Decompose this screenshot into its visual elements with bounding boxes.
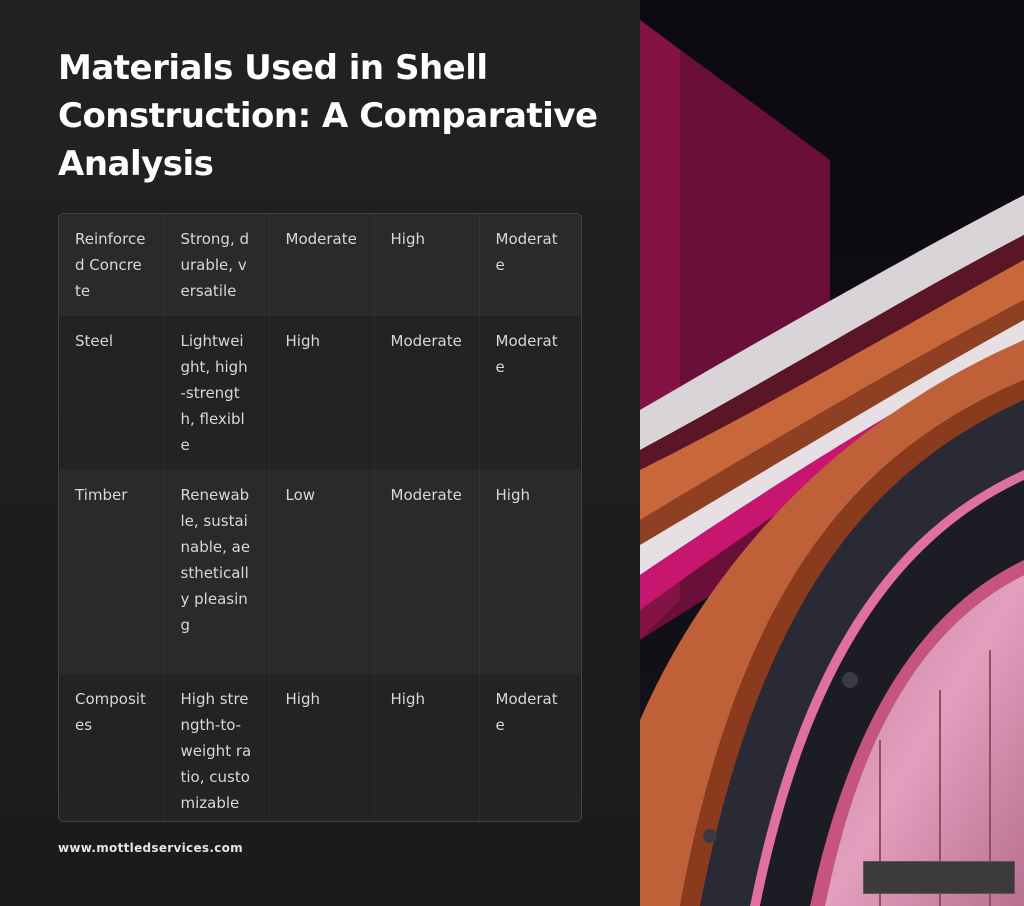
table-row: Steel Lightweight, high-strength, flexib…: [59, 316, 581, 470]
architecture-illustration: [640, 0, 1024, 906]
table-cell-properties: Renewable, sustainable, aesthetically pl…: [164, 470, 270, 674]
table-cell-value: Moderate: [269, 214, 375, 316]
table-cell-value: High: [269, 316, 375, 470]
table-cell-value: Moderate: [374, 470, 480, 674]
table-cell-material: Reinforced Concrete: [59, 214, 165, 316]
table-cell-properties: Lightweight, high-strength, flexible: [164, 316, 270, 470]
table-cell-properties: Strong, durable, versatile: [164, 214, 270, 316]
table-row: Composites High strength-to-weight ratio…: [59, 674, 581, 821]
table-cell-value: High: [479, 470, 581, 674]
table-row: Timber Renewable, sustainable, aesthetic…: [59, 470, 581, 674]
table-cell-value: High: [374, 214, 480, 316]
table-cell-value: Low: [269, 470, 375, 674]
table-cell-value: High: [269, 674, 375, 821]
table-cell-value: Moderate: [479, 316, 581, 470]
table-cell-material: Composites: [59, 674, 165, 821]
page-title: Materials Used in Shell Construction: A …: [58, 48, 598, 184]
footer-url: www.mottledservices.com: [58, 841, 243, 855]
table-cell-value: Moderate: [479, 674, 581, 821]
table-row: Reinforced Concrete Strong, durable, ver…: [59, 214, 581, 316]
table-cell-material: Steel: [59, 316, 165, 470]
comparison-table: Reinforced Concrete Strong, durable, ver…: [58, 213, 582, 822]
table-cell-material: Timber: [59, 470, 165, 674]
table-cell-value: High: [374, 674, 480, 821]
table-cell-value: Moderate: [374, 316, 480, 470]
hero-image: [640, 0, 1024, 906]
table-cell-properties: High strength-to-weight ratio, customiza…: [164, 674, 270, 821]
corner-badge: [863, 861, 1015, 894]
table-cell-value: Moderate: [479, 214, 581, 316]
